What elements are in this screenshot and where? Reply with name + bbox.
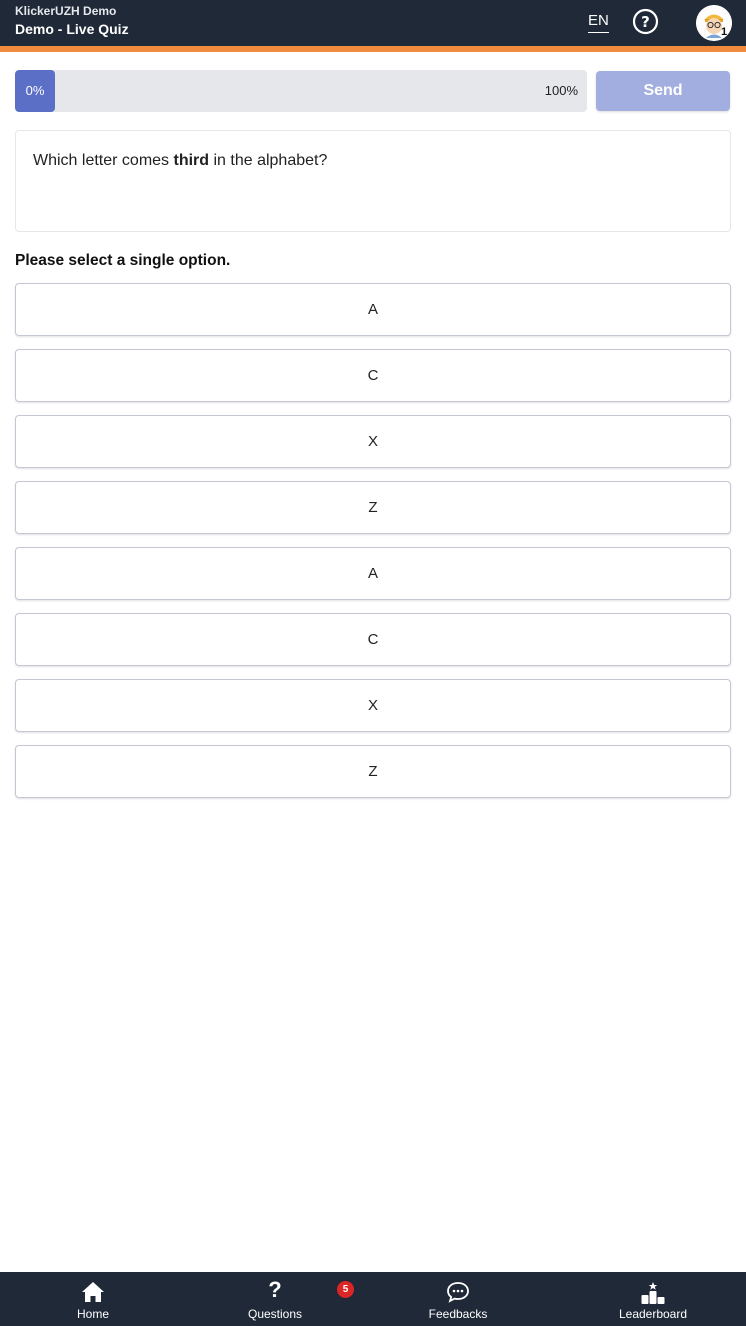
progress-bar: 0% 100% — [15, 70, 587, 112]
bottom-nav: Home ? Questions 5 Feedbacks Leaderboard — [0, 1272, 746, 1326]
question-text-emphasis: third — [173, 152, 210, 169]
question-text-end: in the alphabet? — [209, 152, 328, 169]
answer-option[interactable]: C — [15, 613, 731, 666]
nav-questions[interactable]: ? Questions — [235, 1272, 315, 1326]
answer-option[interactable]: A — [15, 547, 731, 600]
answer-option[interactable]: C — [15, 349, 731, 402]
svg-text:?: ? — [641, 13, 650, 31]
answer-option[interactable]: A — [15, 283, 731, 336]
chat-icon — [447, 1282, 469, 1303]
answer-instruction: Please select a single option. — [15, 252, 231, 269]
question-text-start: Which letter comes — [33, 152, 174, 169]
question-icon: ? — [268, 1277, 282, 1302]
level-badge: 1 — [720, 26, 728, 38]
send-button[interactable]: Send — [596, 71, 730, 111]
help-icon[interactable]: ? — [632, 8, 659, 35]
nav-feedbacks-label: Feedbacks — [428, 1307, 488, 1321]
home-icon — [82, 1282, 104, 1302]
nav-home-label: Home — [76, 1307, 109, 1321]
questions-count-badge: 5 — [337, 1281, 354, 1298]
question-card: Which letter comes third in the alphabet… — [15, 130, 731, 232]
answer-option[interactable]: Z — [15, 481, 731, 534]
nav-feedbacks[interactable]: Feedbacks — [418, 1272, 498, 1326]
course-name: KlickerUZH Demo — [15, 4, 117, 18]
header-accent-stripe — [0, 46, 746, 52]
answer-option[interactable]: X — [15, 679, 731, 732]
quiz-title: Demo - Live Quiz — [15, 21, 129, 37]
nav-leaderboard[interactable]: Leaderboard — [603, 1272, 703, 1326]
nav-leaderboard-label: Leaderboard — [618, 1307, 688, 1321]
nav-home[interactable]: Home — [53, 1272, 133, 1326]
answer-options: A C X Z A C X Z — [15, 283, 731, 811]
podium-icon — [641, 1282, 665, 1304]
progress-start-label: 0% — [25, 83, 45, 98]
nav-questions-label: Questions — [247, 1307, 303, 1321]
answer-option[interactable]: Z — [15, 745, 731, 798]
answer-option[interactable]: X — [15, 415, 731, 468]
progress-end-label: 100% — [544, 83, 578, 98]
top-bar: KlickerUZH Demo Demo - Live Quiz EN ? 1 — [0, 0, 746, 46]
language-selector[interactable]: EN — [588, 12, 609, 33]
